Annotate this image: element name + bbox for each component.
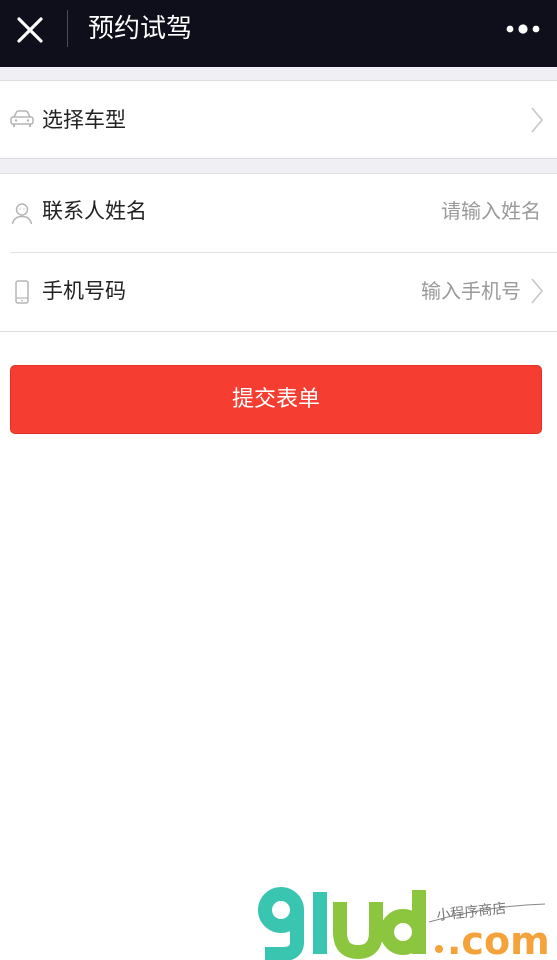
section-gap [0, 159, 557, 174]
select-car-row[interactable]: 选择车型 [0, 81, 557, 159]
close-button[interactable] [12, 12, 48, 48]
chevron-right-icon[interactable] [529, 276, 545, 306]
page-title: 预约试驾 [88, 14, 193, 44]
phone-input[interactable] [301, 276, 521, 306]
phone-icon [9, 279, 35, 305]
watermark-logo: .com 小程序商店 [255, 878, 550, 960]
person-icon [9, 200, 35, 226]
title-divider [67, 10, 68, 47]
watermark-suffix: .com [447, 919, 550, 960]
close-icon [17, 17, 43, 43]
phone-row: 手机号码 [0, 253, 557, 331]
section-gap [0, 67, 557, 81]
chevron-right-icon [529, 105, 545, 135]
contact-name-label: 联系人姓名 [42, 199, 147, 223]
more-button[interactable] [500, 14, 546, 44]
select-car-label: 选择车型 [42, 108, 126, 132]
car-icon [9, 106, 35, 132]
submit-button[interactable]: 提交表单 [10, 365, 542, 434]
phone-label: 手机号码 [42, 279, 126, 303]
more-dots-icon [506, 24, 540, 34]
contact-name-row: 联系人姓名 [0, 174, 557, 252]
divider [0, 331, 557, 332]
title-bar: 预约试驾 [0, 0, 557, 67]
contact-name-input[interactable] [321, 196, 541, 226]
